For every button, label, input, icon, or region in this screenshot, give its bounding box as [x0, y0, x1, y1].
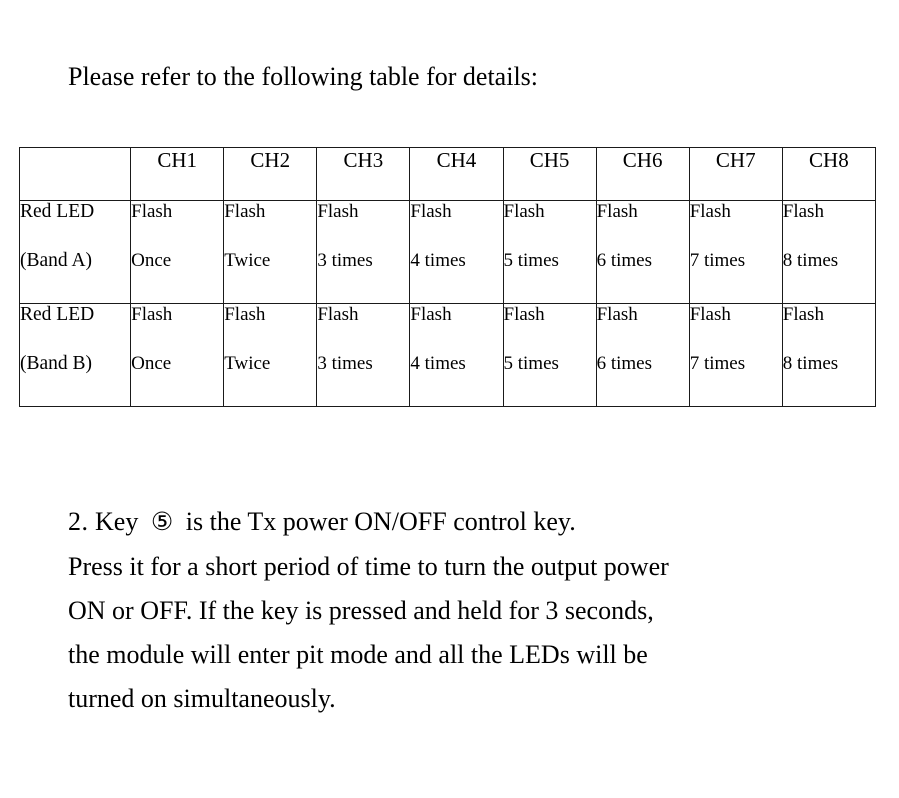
- row-label-line2: (Band B): [20, 353, 93, 374]
- cell-line1: Flash: [782, 304, 824, 325]
- cell-band-a-ch3: Flash 3 times: [316, 200, 411, 304]
- table-header-ch6: CH6: [595, 147, 690, 201]
- table-row: Red LED (Band A) Flash Once Flash Twice …: [18, 200, 877, 304]
- cell-line2: 4 times: [410, 353, 466, 374]
- table-header-ch4: CH4: [409, 147, 504, 201]
- row-label-line1: Red LED: [20, 201, 95, 222]
- cell-line1: Flash: [224, 304, 266, 325]
- cell-band-a-ch2: Flash Twice: [223, 200, 318, 304]
- table-header-corner-cell: [18, 147, 132, 201]
- cell-line2: 7 times: [689, 353, 746, 374]
- cell-line2: 5 times: [503, 353, 559, 374]
- cell-line2: Twice: [224, 250, 271, 271]
- cell-line2: 8 times: [782, 250, 839, 271]
- key-description: is the Tx power ON/OFF control key.: [185, 507, 576, 536]
- cell-band-a-ch5: Flash 5 times: [502, 200, 597, 304]
- cell-band-a-ch7: Flash 7 times: [688, 200, 783, 304]
- cell-line1: Flash: [410, 304, 452, 325]
- cell-line1: Flash: [410, 201, 452, 222]
- table-header-ch3: CH3: [316, 147, 411, 201]
- list-number: 2.: [68, 507, 89, 536]
- cell-line1: Flash: [596, 304, 638, 325]
- cell-line2: 6 times: [596, 353, 653, 374]
- table-row: Red LED (Band B) Flash Once Flash Twice …: [18, 303, 877, 407]
- cell-line2: 7 times: [689, 250, 746, 271]
- row-label-line2: (Band A): [20, 250, 93, 271]
- cell-line1: Flash: [317, 201, 359, 222]
- cell-line1: Flash: [689, 201, 731, 222]
- row-label-line1: Red LED: [20, 304, 95, 325]
- cell-band-b-ch4: Flash 4 times: [409, 303, 504, 407]
- document-page: Please refer to the following table for …: [0, 0, 899, 798]
- table-header-ch2: CH2: [223, 147, 318, 201]
- instruction-paragraph: 2. Key ⑤ is the Tx power ON/OFF control …: [68, 500, 868, 721]
- cell-band-b-ch3: Flash 3 times: [316, 303, 411, 407]
- cell-line1: Flash: [503, 304, 545, 325]
- cell-line2: 4 times: [410, 250, 466, 271]
- cell-band-a-ch6: Flash 6 times: [595, 200, 690, 304]
- cell-line1: Flash: [224, 201, 266, 222]
- cell-line2: 5 times: [503, 250, 559, 271]
- cell-line1: Flash: [596, 201, 638, 222]
- circled-five-icon: ⑤: [150, 509, 174, 536]
- row-label-band-a: Red LED (Band A): [18, 200, 132, 304]
- cell-band-a-ch1: Flash Once: [130, 200, 225, 304]
- cell-band-a-ch4: Flash 4 times: [409, 200, 504, 304]
- table-header-ch8: CH8: [781, 147, 877, 201]
- cell-band-b-ch7: Flash 7 times: [688, 303, 783, 407]
- table-header-row: CH1 CH2 CH3 CH4 CH5 CH6 CH7 CH8: [18, 147, 877, 201]
- cell-line1: Flash: [689, 304, 731, 325]
- cell-line1: Flash: [782, 201, 824, 222]
- paragraph-line-2: Press it for a short period of time to t…: [68, 552, 669, 581]
- cell-line1: Flash: [503, 201, 545, 222]
- paragraph-line-1: 2. Key ⑤ is the Tx power ON/OFF control …: [68, 500, 868, 545]
- cell-line2: 3 times: [317, 353, 373, 374]
- key-word-label: Key: [95, 507, 139, 536]
- led-indicator-table: CH1 CH2 CH3 CH4 CH5 CH6 CH7 CH8 Red LED …: [18, 147, 877, 407]
- table-header-ch5: CH5: [502, 147, 597, 201]
- cell-line2: 8 times: [782, 353, 839, 374]
- intro-text: Please refer to the following table for …: [68, 62, 539, 91]
- cell-line2: Twice: [224, 353, 271, 374]
- row-label-band-b: Red LED (Band B): [18, 303, 132, 407]
- cell-band-b-ch5: Flash 5 times: [502, 303, 597, 407]
- paragraph-line-5: turned on simultaneously.: [68, 684, 336, 713]
- cell-line2: Once: [131, 353, 172, 374]
- cell-line1: Flash: [131, 201, 173, 222]
- paragraph-line-4: the module will enter pit mode and all t…: [68, 640, 648, 669]
- cell-band-b-ch2: Flash Twice: [223, 303, 318, 407]
- cell-band-b-ch6: Flash 6 times: [595, 303, 690, 407]
- cell-line2: Once: [131, 250, 172, 271]
- table-header-ch1: CH1: [130, 147, 225, 201]
- table-header-ch7: CH7: [688, 147, 783, 201]
- cell-band-b-ch1: Flash Once: [130, 303, 225, 407]
- cell-band-a-ch8: Flash 8 times: [781, 200, 877, 304]
- paragraph-line-3: ON or OFF. If the key is pressed and hel…: [68, 596, 654, 625]
- cell-line2: 6 times: [596, 250, 653, 271]
- cell-line1: Flash: [317, 304, 359, 325]
- cell-line2: 3 times: [317, 250, 373, 271]
- cell-line1: Flash: [131, 304, 173, 325]
- cell-band-b-ch8: Flash 8 times: [781, 303, 877, 407]
